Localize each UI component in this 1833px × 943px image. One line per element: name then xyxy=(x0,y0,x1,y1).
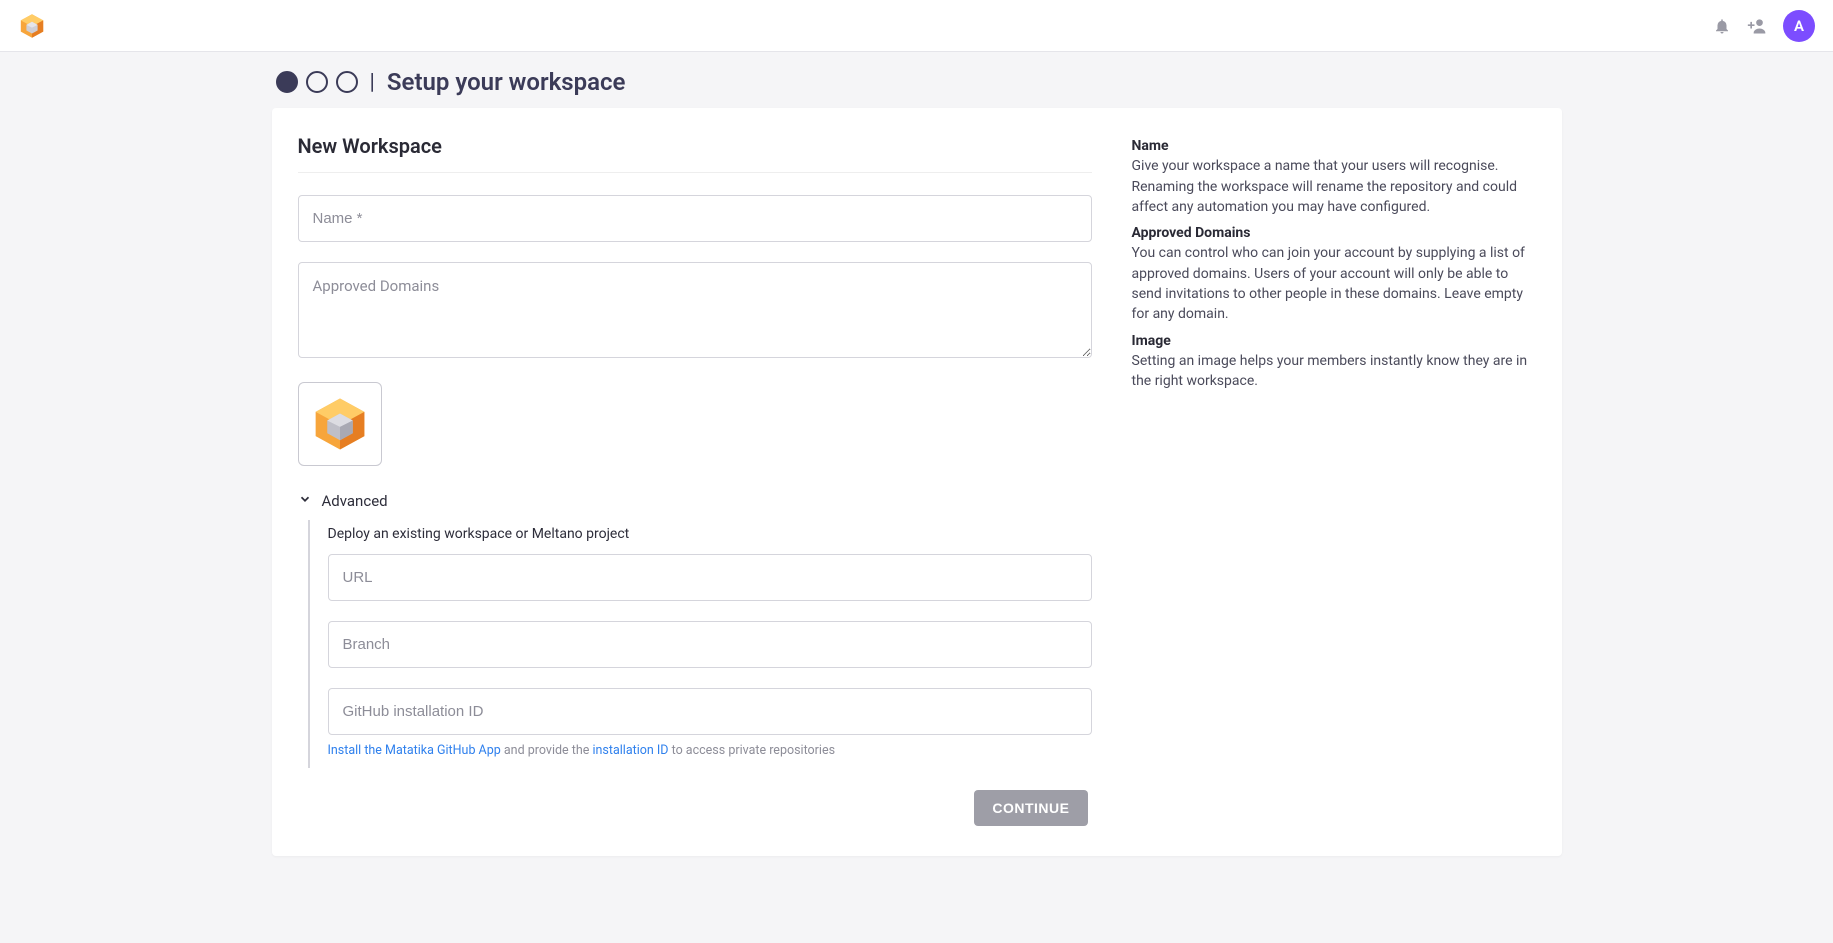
info-domains-text: You can control who can join your accoun… xyxy=(1132,243,1536,324)
advanced-caption: Deploy an existing workspace or Meltano … xyxy=(328,526,1092,542)
info-panel: Name Give your workspace a name that you… xyxy=(1132,108,1562,856)
user-avatar[interactable]: A xyxy=(1783,10,1815,42)
step-dot-3 xyxy=(336,71,358,93)
notifications-icon[interactable] xyxy=(1713,17,1731,35)
info-name-text: Give your workspace a name that your use… xyxy=(1132,156,1536,217)
section-title: New Workspace xyxy=(298,134,1092,173)
topbar: A xyxy=(0,0,1833,52)
advanced-label: Advanced xyxy=(322,492,388,510)
workspace-image-picker[interactable] xyxy=(298,382,382,466)
chevron-down-icon xyxy=(298,492,312,510)
add-user-icon[interactable] xyxy=(1747,16,1767,36)
branch-input[interactable] xyxy=(328,621,1092,668)
vertical-divider: | xyxy=(370,70,375,95)
info-domains-heading: Approved Domains xyxy=(1132,223,1536,243)
page-title: Setup your workspace xyxy=(387,68,626,96)
info-image-text: Setting an image helps your members inst… xyxy=(1132,351,1536,392)
step-indicator xyxy=(276,71,358,93)
wizard-header: | Setup your workspace xyxy=(272,68,1562,108)
workspace-card: New Workspace Advanced xyxy=(272,108,1562,856)
continue-button[interactable]: CONTINUE xyxy=(974,790,1087,826)
info-name-heading: Name xyxy=(1132,136,1536,156)
install-github-app-link[interactable]: Install the Matatika GitHub App xyxy=(328,743,501,758)
step-dot-2 xyxy=(306,71,328,93)
github-helper-text: Install the Matatika GitHub App and prov… xyxy=(328,743,1092,758)
cube-icon xyxy=(311,395,369,453)
avatar-initial: A xyxy=(1794,17,1804,35)
workspace-name-input[interactable] xyxy=(298,195,1092,242)
advanced-section: Deploy an existing workspace or Meltano … xyxy=(308,520,1092,768)
info-image-heading: Image xyxy=(1132,331,1536,351)
github-installation-id-input[interactable] xyxy=(328,688,1092,735)
advanced-toggle[interactable]: Advanced xyxy=(298,492,1092,510)
repo-url-input[interactable] xyxy=(328,554,1092,601)
step-dot-1 xyxy=(276,71,298,93)
installation-id-link[interactable]: installation ID xyxy=(592,743,668,758)
brand-logo-icon[interactable] xyxy=(18,12,46,40)
approved-domains-input[interactable] xyxy=(298,262,1092,358)
